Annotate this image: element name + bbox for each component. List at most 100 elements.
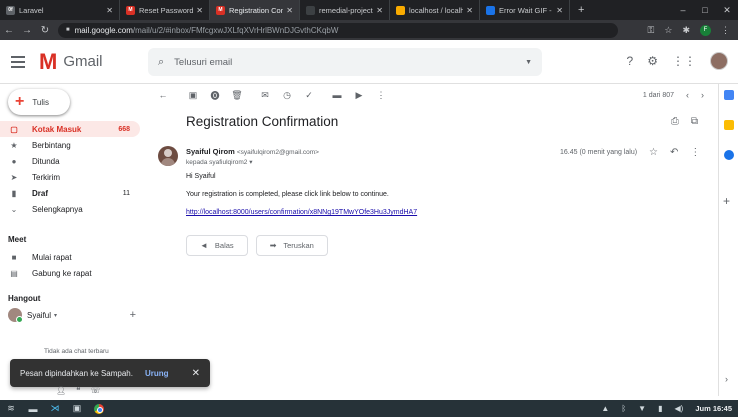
hangout-user[interactable]: Syaiful ▾ + [8,308,136,323]
more-options-icon[interactable]: ⋮ [370,90,392,101]
profile-icon[interactable]: F [700,24,711,36]
recipient-line[interactable]: kepada syafiulqirom2 ▾ [186,158,253,166]
sidebar-item-drafts[interactable]: ▮ Draf 11 [0,185,140,201]
back-arrow-icon[interactable]: ← [0,25,18,36]
close-icon[interactable]: ✕ [196,6,203,15]
sender-avatar[interactable] [158,146,178,166]
maximize-icon[interactable]: □ [694,5,716,15]
terminal-icon[interactable]: ▣ [66,403,88,414]
sender-name[interactable]: Syaiful Qirom [186,147,235,156]
gmail-logo[interactable]: M Gmail [39,50,103,73]
archive-icon[interactable]: ▣ [182,90,204,101]
laravel-favicon-icon: 0f [6,5,15,15]
status-dropdown-icon[interactable]: ▾ [54,312,57,319]
search-icon[interactable]: ⌕ [158,56,164,69]
tab-registration-confirmation[interactable]: M Registration Confirm ✕ [210,0,300,20]
back-to-inbox-icon[interactable]: ← [152,90,174,100]
collapse-panel-chevron-icon[interactable]: › [725,374,728,384]
meet-join-meeting[interactable]: ▤ Gabung ke rapat [0,265,140,281]
chevron-down-icon: ⌄ [10,204,18,214]
reload-icon[interactable]: ↻ [36,25,54,36]
volume-icon[interactable]: ◀) [674,404,683,413]
label-icon[interactable]: ▶ [348,90,370,101]
close-icon[interactable]: ✕ [286,6,293,15]
close-icon[interactable]: ✕ [106,6,113,15]
meet-item-label: Gabung ke rapat [32,268,92,278]
chat-quote-icon[interactable]: ❝ [76,386,80,395]
browser-tab-strip: 0f Laravel ✕ M Reset Password - fa ✕ M R… [0,0,738,20]
tab-localhost[interactable]: localhost / localhost ✕ [390,0,480,20]
reply-button[interactable]: ◄ Balas [186,235,248,256]
add-task-icon[interactable]: ✓ [298,90,320,101]
main-menu-icon[interactable] [11,55,25,68]
email-body-text: Your registration is completed, please c… [186,191,389,198]
snooze-icon[interactable]: ◷ [276,90,298,101]
sidebar-item-inbox[interactable]: ▢ Kotak Masuk 668 [0,121,140,137]
apps-grid-icon[interactable]: ⋮⋮ [672,54,696,68]
os-menu-icon[interactable]: ≋ [0,403,22,414]
add-addon-plus-icon[interactable]: + [723,194,730,208]
chevron-right-icon[interactable]: › [701,90,704,100]
close-icon[interactable]: ✕ [466,6,473,15]
vscode-icon[interactable]: ⋊ [44,403,66,414]
tab-laravel[interactable]: 0f Laravel ✕ [0,0,120,20]
search-input[interactable]: ⌕ Telusuri email ▼ [148,48,542,76]
move-to-icon[interactable]: ▬ [326,90,348,100]
close-window-icon[interactable]: ✕ [716,5,738,16]
menu-dots-icon[interactable]: ⋮ [721,25,730,36]
close-icon[interactable]: ✕ [556,6,563,15]
minimize-icon[interactable]: – [672,5,694,15]
person-icon[interactable]: 👤︎ [56,386,66,395]
close-icon[interactable]: ✕ [376,6,383,15]
files-icon[interactable]: ▬ [22,404,44,414]
key-icon[interactable]: ⚿ [648,25,655,36]
new-tab-button[interactable]: + [570,0,592,20]
tab-reset-password[interactable]: M Reset Password - fa ✕ [120,0,210,20]
reply-icon[interactable]: ↶ [670,147,678,158]
notification-bell-icon[interactable]: ▲ [601,404,609,413]
sidebar-item-sent[interactable]: ➤ Terkirim [0,169,140,185]
open-new-window-icon[interactable]: ⧉ [691,116,698,127]
help-icon[interactable]: ? [627,54,634,68]
chevron-left-icon[interactable]: ‹ [686,90,689,100]
sidebar-item-starred[interactable]: ★ Berbintang [0,137,140,153]
bluetooth-icon[interactable]: ᛒ [621,404,626,413]
calendar-icon[interactable] [724,90,734,100]
report-spam-icon[interactable]: ⓿ [204,89,226,102]
address-bar[interactable]: ■ mail.google.com/mail/u/2/#inbox/FMfcgx… [58,22,618,38]
compose-label: Tulis [32,97,49,107]
keep-icon[interactable] [724,120,734,130]
tab-error-wait-gif[interactable]: Error Wait GIF - Erro ✕ [480,0,570,20]
print-icon[interactable]: ⎙ [671,116,679,127]
extensions-puzzle-icon[interactable]: ✱ [682,25,690,36]
battery-icon[interactable]: ▮ [658,404,662,413]
meet-start-meeting[interactable]: ■ Mulai rapat [0,249,140,265]
tab-title: Registration Confirm [229,5,283,15]
taskbar-clock[interactable]: Jum 16:45 [695,404,732,413]
compose-button[interactable]: + Tulis [8,89,70,115]
more-vert-icon[interactable]: ⋮ [690,147,700,158]
star-icon[interactable]: ☆ [649,147,658,158]
tasks-icon[interactable] [724,150,734,160]
gmail-favicon-icon: M [126,5,135,15]
tab-remedial-project[interactable]: remedial-project-lar ✕ [300,0,390,20]
forward-arrow-icon[interactable]: → [18,25,36,36]
account-avatar[interactable] [710,52,728,70]
sidebar: + Tulis ▢ Kotak Masuk 668 ★ Berbintang ●… [0,84,210,396]
bookmark-star-icon[interactable]: ☆ [664,25,672,36]
meet-item-label: Mulai rapat [32,252,72,262]
sidebar-item-more[interactable]: ⌄ Selengkapnya [0,201,140,217]
delete-icon[interactable]: 🗑︎ [226,90,248,101]
search-options-icon[interactable]: ▼ [525,59,532,66]
new-chat-plus-icon[interactable]: + [130,309,136,321]
settings-gear-icon[interactable]: ⚙ [647,54,658,68]
chrome-icon[interactable] [94,403,104,414]
wifi-icon[interactable]: ▼ [638,404,646,413]
sidebar-item-snoozed[interactable]: ● Ditunda [0,153,140,169]
hangout-section-title: Hangout [8,294,41,303]
phone-icon[interactable]: ☏ [90,386,100,395]
browser-toolbar: ← → ↻ ■ mail.google.com/mail/u/2/#inbox/… [0,20,738,40]
mark-unread-icon[interactable]: ✉ [254,90,276,101]
forward-button[interactable]: ➡ Teruskan [255,235,328,256]
confirmation-link[interactable]: http://localhost:8000/users/confirmation… [186,209,417,216]
